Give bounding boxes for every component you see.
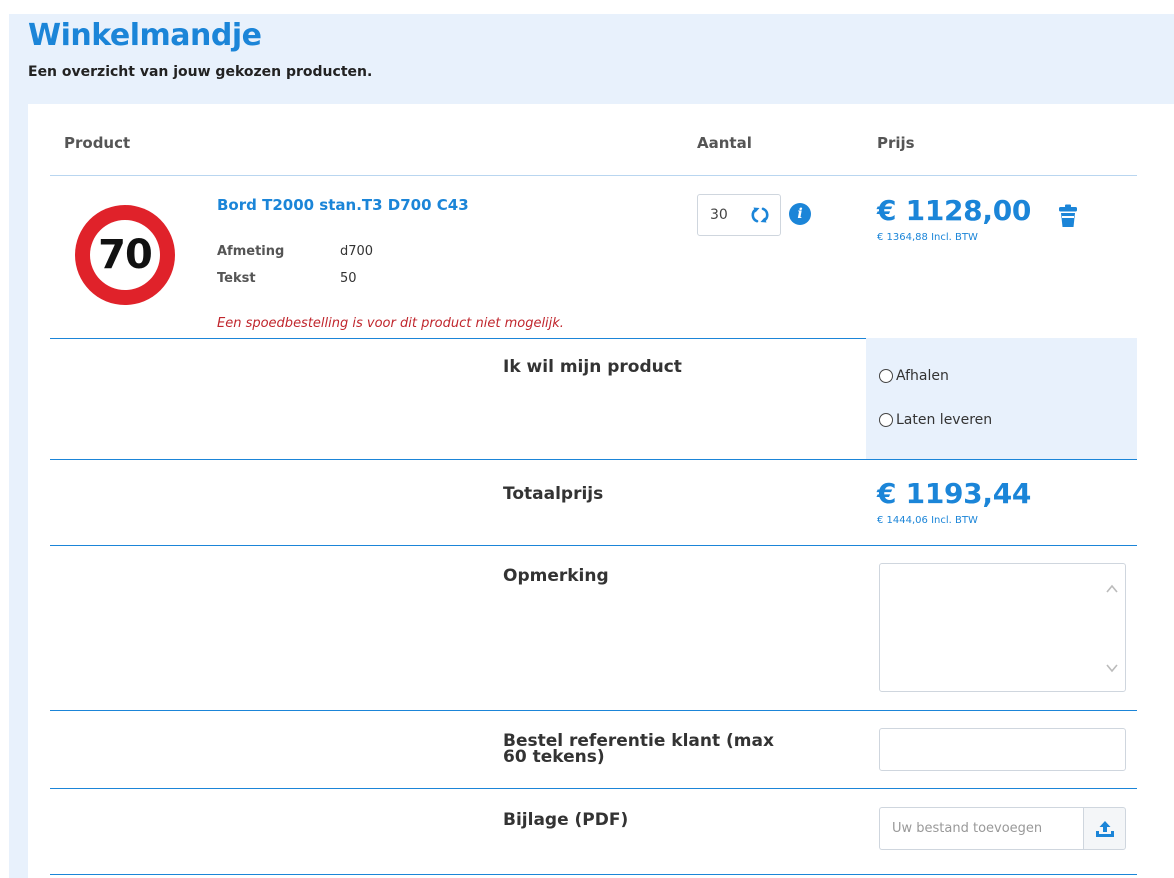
radio-button[interactable]: [879, 413, 893, 427]
radio-button[interactable]: [879, 369, 893, 383]
divider: [50, 874, 1137, 875]
trash-icon[interactable]: [1058, 204, 1078, 228]
page-subtitle: Een overzicht van jouw gekozen producten…: [28, 64, 373, 80]
upload-icon: [1095, 820, 1114, 837]
delivery-options-panel: [866, 338, 1137, 460]
chevron-down-icon[interactable]: [1105, 661, 1119, 675]
divider: [50, 459, 1137, 460]
quantity-input[interactable]: 30: [697, 194, 781, 236]
attachment-label: Bijlage (PDF): [503, 810, 629, 830]
product-image-speed-sign: 70: [75, 205, 175, 305]
info-icon[interactable]: i: [789, 203, 811, 225]
reference-input[interactable]: [879, 728, 1126, 771]
rush-order-warning: Een spoedbestelling is voor dit product …: [217, 316, 564, 331]
product-price: € 1128,00: [877, 194, 1032, 227]
product-price-incl-vat: € 1364,88 Incl. BTW: [877, 232, 978, 243]
total-price: € 1193,44: [877, 477, 1032, 510]
attachment-file-input[interactable]: Uw bestand toevoegen: [879, 807, 1083, 850]
header-quantity: Aantal: [697, 134, 752, 152]
refresh-icon[interactable]: [750, 205, 770, 225]
attachment-placeholder: Uw bestand toevoegen: [892, 821, 1043, 836]
radio-deliver[interactable]: Laten leveren: [879, 412, 992, 428]
delivery-label: Ik wil mijn product: [503, 357, 682, 377]
attribute-value-text: 50: [340, 271, 357, 286]
chevron-up-icon[interactable]: [1105, 582, 1119, 596]
radio-label-pickup[interactable]: Afhalen: [896, 368, 949, 384]
quantity-value[interactable]: 30: [710, 207, 728, 223]
attribute-label-size: Afmeting: [217, 244, 285, 259]
attribute-value-size: d700: [340, 244, 374, 259]
remark-textarea[interactable]: [879, 563, 1126, 692]
radio-pickup[interactable]: Afhalen: [879, 368, 949, 384]
reference-label-line2: 60 tekens): [503, 747, 605, 767]
radio-label-deliver[interactable]: Laten leveren: [896, 412, 992, 428]
page-title: Winkelmandje: [28, 18, 262, 53]
product-name-link[interactable]: Bord T2000 stan.T3 D700 C43: [217, 196, 469, 214]
attribute-label-text: Tekst: [217, 271, 256, 286]
divider: [50, 545, 1137, 546]
total-label: Totaalprijs: [503, 484, 604, 504]
header-price: Prijs: [877, 134, 915, 152]
header-product: Product: [64, 134, 131, 152]
divider: [50, 710, 1137, 711]
total-price-incl-vat: € 1444,06 Incl. BTW: [877, 515, 978, 526]
remark-label: Opmerking: [503, 566, 609, 586]
divider: [50, 788, 1137, 789]
upload-button[interactable]: [1083, 807, 1126, 850]
speed-sign-number: 70: [90, 220, 160, 290]
reference-label: Bestel referentie klant (max 60 tekens): [503, 733, 774, 767]
divider: [50, 175, 1137, 176]
